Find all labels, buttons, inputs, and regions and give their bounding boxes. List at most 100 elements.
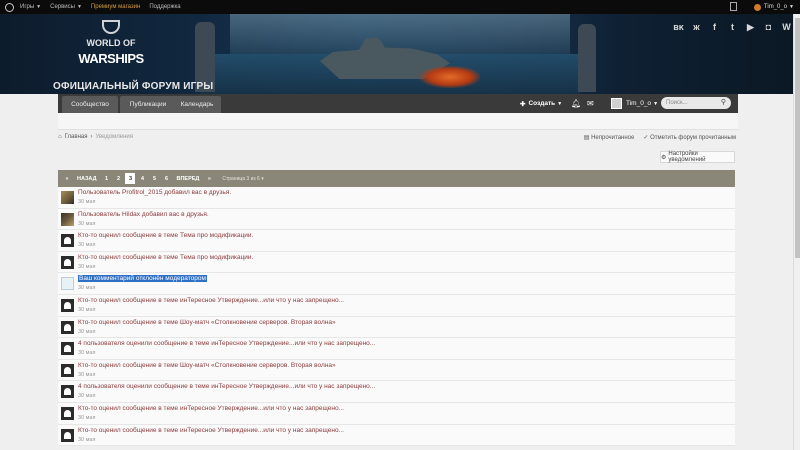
breadcrumb-current: Уведомления <box>95 134 133 140</box>
list-item[interactable]: Пользователь Hildax добавил вас в друзья… <box>58 208 735 231</box>
page-3[interactable]: 3 <box>125 173 136 184</box>
page-2[interactable]: 2 <box>113 173 123 184</box>
avatar[interactable] <box>61 212 74 226</box>
notification-text[interactable]: Кто-то оценил сообщение в теме Тема про … <box>78 232 253 239</box>
notification-text[interactable]: Кто-то оценил сообщение в теме инТересно… <box>78 405 344 412</box>
tab-calendar[interactable]: Календарь <box>173 96 221 113</box>
list-item[interactable]: Кто-то оценил сообщение в теме Тема про … <box>58 251 735 274</box>
page-jump-menu[interactable]: Страница 3 из 6 ▾ <box>222 176 263 182</box>
facebook-icon[interactable]: f <box>709 22 720 33</box>
notification-date: 30 мая <box>78 199 96 205</box>
top-bar: Игры ▼ Сервисы ▼ Премиум магазин Поддержка… <box>0 0 800 14</box>
page-info: Страница 3 из 6 <box>222 175 260 182</box>
support-link[interactable]: Поддержка <box>149 4 180 10</box>
twitch-icon[interactable]: ◘ <box>763 22 774 33</box>
notification-text[interactable]: Пользователь Profitrol_2015 добавил вас … <box>78 189 231 196</box>
gear-icon: ⚙ <box>661 154 667 161</box>
notification-date: 30 мая <box>78 242 96 249</box>
notification-text[interactable]: 4 пользователя оценили сообщение в теме … <box>78 340 375 347</box>
avatar[interactable] <box>611 98 622 109</box>
account-menu[interactable]: Tim_0_o ▼ <box>753 0 794 14</box>
page-4[interactable]: 4 <box>137 173 147 184</box>
notification-settings-button[interactable]: ⚙ Настройки уведомлений <box>660 151 735 163</box>
list-item[interactable]: Ваш комментарий отклонён модератором 30 м… <box>58 273 735 295</box>
youtube-icon[interactable]: ▶ <box>745 22 756 33</box>
main-nav: Сообщество Публикации Календарь ✚ Создат… <box>58 94 738 113</box>
first-page-icon[interactable]: « <box>62 173 72 184</box>
emblem-icon <box>102 20 120 34</box>
wiki-icon[interactable]: W <box>781 22 792 33</box>
mark-read-link[interactable]: ✓ Отметить форум прочитанным <box>643 134 736 141</box>
avatar <box>61 255 74 269</box>
page-1[interactable]: 1 <box>101 173 111 184</box>
tab-community[interactable]: Сообщество <box>62 96 118 113</box>
services-menu-label: Сервисы <box>50 4 75 10</box>
avatar <box>61 363 74 377</box>
user-menu[interactable]: Tim_0_o ▼ <box>626 94 658 113</box>
world-of-warships-logo[interactable]: WORLD OF WARSHIPS <box>78 20 144 86</box>
notification-date: 30 мая <box>78 436 96 443</box>
logo-line-1: WORLD OF <box>86 38 136 48</box>
games-menu[interactable]: Игры ▼ <box>20 4 41 10</box>
create-label: Создать <box>528 100 556 107</box>
ok-icon[interactable]: ж <box>691 22 702 33</box>
scrollbar-thumb[interactable] <box>795 18 800 258</box>
notification-text[interactable]: Кто-то оценил сообщение в теме Шоу-матч … <box>78 319 336 326</box>
notification-text[interactable]: Кто-то оценил сообщение в теме Шоу-матч … <box>78 362 336 369</box>
tab-publications[interactable]: Публикации <box>120 96 176 113</box>
list-item[interactable]: Кто-то оценил сообщение в теме Шоу-матч … <box>58 316 735 339</box>
premium-shop-link[interactable]: Премиум магазин <box>91 4 140 10</box>
avatar <box>61 428 74 442</box>
bell-icon[interactable]: 🔔︎ <box>571 99 581 108</box>
notification-text[interactable]: 4 пользователя оценили сообщение в теме … <box>78 383 375 390</box>
notification-text[interactable]: Ваш комментарий отклонён модератором <box>78 275 207 283</box>
last-page-icon[interactable]: » <box>204 173 214 184</box>
list-item[interactable]: Пользователь Profitrol_2015 добавил вас … <box>58 187 735 209</box>
unread-label: Непрочитанное <box>591 135 635 141</box>
avatar[interactable] <box>61 191 74 204</box>
page-5[interactable]: 5 <box>149 173 159 184</box>
home-icon[interactable]: ⌂ <box>58 134 62 140</box>
twitter-icon[interactable]: t <box>727 22 738 33</box>
notification-text[interactable]: Кто-то оценил сообщение в теме инТересно… <box>78 427 344 434</box>
notification-date: 30 мая <box>78 393 96 400</box>
banner-explosion <box>420 66 480 88</box>
notification-text[interactable]: Кто-то оценил сообщение в теме Тема про … <box>78 254 253 261</box>
list-item[interactable]: Кто-то оценил сообщение в теме Тема про … <box>58 230 735 252</box>
prev-page-button[interactable]: НАЗАД <box>74 173 99 184</box>
list-item[interactable]: Кто-то оценил сообщение в теме Шоу-матч … <box>58 359 735 382</box>
mark-read-label: Отметить форум прочитанным <box>650 135 736 141</box>
notification-date: 30 мая <box>78 220 96 227</box>
services-menu[interactable]: Сервисы ▼ <box>50 4 82 10</box>
search-input[interactable]: Поиск... ⚲ <box>661 97 731 109</box>
page-6[interactable]: 6 <box>161 173 171 184</box>
page-scrollbar[interactable] <box>793 14 800 450</box>
vk-icon[interactable]: ʙĸ <box>673 22 684 33</box>
list-item[interactable]: Кто-то оценил сообщение в теме инТересно… <box>58 424 735 447</box>
breadcrumb-home[interactable]: Главная <box>65 134 88 140</box>
avatar <box>61 234 74 248</box>
notification-text[interactable]: Пользователь Hildax добавил вас в друзья… <box>78 211 209 218</box>
coin-icon <box>753 3 761 11</box>
notification-date: 30 мая <box>78 263 96 270</box>
plus-icon: ✚ <box>520 100 526 108</box>
notification-text[interactable]: Кто-то оценил сообщение в теме инТересно… <box>78 297 344 304</box>
list-item[interactable]: Кто-то оценил сообщение в теме инТересно… <box>58 402 735 425</box>
chevron-down-icon: ▾ <box>261 175 264 182</box>
notification-date: 30 мая <box>78 350 96 357</box>
chevron-right-icon: › <box>90 134 93 140</box>
document-icon[interactable] <box>730 2 737 11</box>
search-icon[interactable]: ⚲ <box>721 97 726 109</box>
list-item[interactable]: 4 пользователя оценили сообщение в теме … <box>58 338 735 360</box>
list-item[interactable]: Кто-то оценил сообщение в теме инТересно… <box>58 294 735 317</box>
avatar <box>61 385 74 399</box>
list-item[interactable]: 4 пользователя оценили сообщение в теме … <box>58 381 735 403</box>
notification-date: 30 мая <box>78 328 96 335</box>
next-page-button[interactable]: ВПЕРЕД <box>173 173 202 184</box>
avatar <box>61 298 74 312</box>
unread-link[interactable]: ▤ Непрочитанное <box>584 134 635 141</box>
notification-settings-label: Настройки уведомлений <box>668 151 706 163</box>
create-button[interactable]: ✚ Создать ▼ <box>520 94 562 113</box>
wargaming-logo-icon[interactable] <box>5 2 14 12</box>
envelope-icon[interactable]: ✉ <box>587 99 594 108</box>
